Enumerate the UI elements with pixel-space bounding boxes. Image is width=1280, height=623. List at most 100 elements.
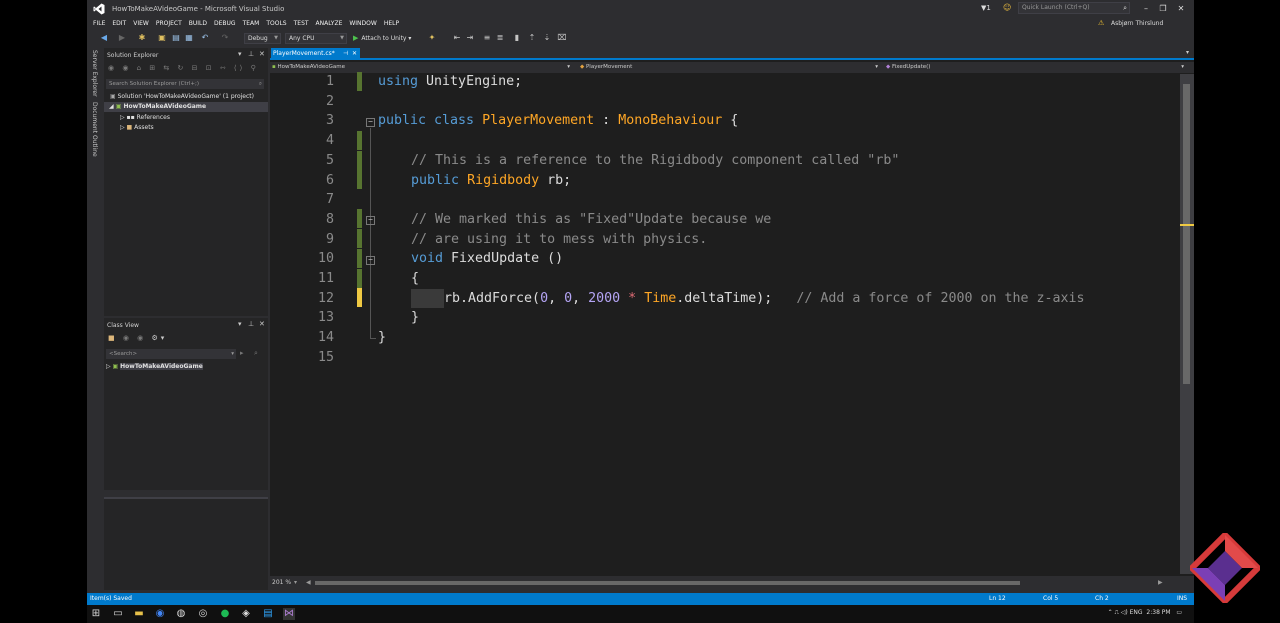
quick-launch-input[interactable]: Quick Launch (Ctrl+Q) ⌕ [1018, 2, 1130, 14]
class-search-input[interactable]: <Search> ▾ [106, 349, 236, 359]
menu-edit[interactable]: EDIT [112, 20, 132, 27]
input-language[interactable]: ENG [1130, 609, 1143, 616]
windows-start-icon[interactable]: ⊞ [90, 608, 102, 620]
scroll-left-icon[interactable]: ◀ [306, 579, 311, 586]
task-view-icon[interactable]: ▭ [112, 608, 124, 620]
search-icon[interactable]: ⌕ [254, 349, 258, 358]
solution-explorer-toolbar[interactable]: ◉ ◉ ⌂ ⊞ ⇆ ↻ ⊟ ⊡ ⇿ ⟨⟩ ⚲ [108, 64, 259, 72]
user-name[interactable]: Asbjørn Thirslund [1111, 20, 1163, 27]
play-icon: ▶ [353, 34, 359, 42]
obs-icon[interactable]: ◍ [175, 608, 187, 620]
menu-help[interactable]: HELP [384, 20, 405, 27]
comment-icon[interactable]: ≡ [482, 33, 492, 43]
tree-item-assets[interactable]: ▷ ■ Assets [120, 123, 154, 133]
platform-select[interactable]: Any CPU ▼ [285, 33, 347, 44]
visual-studio-taskbar-icon[interactable]: ⋈ [283, 608, 295, 620]
notifications-flag[interactable]: ▼1 [981, 4, 991, 12]
unity-icon[interactable]: ◈ [240, 608, 252, 620]
number-literal: 0 [540, 290, 549, 306]
navigation-bar: ▪ HowToMakeAVideoGame ▾ ◆ PlayerMovement… [270, 62, 1194, 73]
menu-tools[interactable]: TOOLS [266, 20, 292, 27]
open-file-icon[interactable]: ▣ [157, 33, 167, 43]
solution-search-input[interactable]: Search Solution Explorer (Ctrl+;) ⌕ [106, 79, 264, 89]
clock[interactable]: 2:38 PM [1146, 609, 1170, 616]
restore-button[interactable]: ❐ [1157, 3, 1169, 14]
close-tab-icon[interactable]: ✕ [352, 48, 357, 60]
menu-team[interactable]: TEAM [243, 20, 266, 27]
photoshop-icon[interactable]: ▤ [262, 608, 274, 620]
feedback-smiley-icon[interactable]: ☺ [1003, 3, 1011, 12]
vertical-scroll-thumb[interactable] [1183, 84, 1190, 384]
menu-items: FILE EDIT VIEW PROJECT BUILD DEBUG TEAM … [93, 20, 406, 27]
network-icon[interactable]: ⎍ [1115, 609, 1119, 616]
next-bookmark-icon[interactable]: ⇣ [542, 33, 552, 43]
undo-icon[interactable]: ↶ [200, 33, 210, 43]
redo-icon[interactable]: ↷ [220, 33, 230, 43]
collapse-region-icon[interactable]: − [366, 216, 375, 225]
close-icon[interactable]: ✕ [259, 50, 265, 58]
clear-bookmarks-icon[interactable]: ⌧ [557, 33, 567, 43]
menu-build[interactable]: BUILD [189, 20, 213, 27]
chrome-icon[interactable]: ◉ [154, 608, 166, 620]
menu-test[interactable]: TEST [294, 20, 315, 27]
volume-icon[interactable]: ◁) [1121, 609, 1128, 616]
minimize-button[interactable]: – [1140, 3, 1152, 14]
saved-change-marker [357, 249, 362, 268]
class-nav-select[interactable]: ◆ PlayerMovement ▾ [580, 63, 880, 72]
tab-dropdown-icon[interactable]: ▾ [1186, 49, 1189, 56]
menu-analyze[interactable]: ANALYZE [316, 20, 349, 27]
steam-icon[interactable]: ◎ [197, 608, 209, 620]
collapse-region-icon[interactable]: − [366, 118, 375, 127]
menu-debug[interactable]: DEBUG [214, 20, 242, 27]
bookmark-icon[interactable]: ▮ [512, 33, 522, 43]
pin-icon[interactable]: ⊣ [343, 48, 348, 60]
spotify-icon[interactable]: ● [219, 608, 231, 620]
code-area[interactable]: 1 2 3 4 5 6 7 8 9 10 11 12 13 14 15 − − … [270, 72, 1180, 574]
close-icon[interactable]: ✕ [259, 320, 265, 328]
attach-to-unity-button[interactable]: ▶ Attach to Unity ▾ [353, 34, 411, 42]
save-icon[interactable]: ▤ [171, 33, 181, 43]
zoom-dropdown-icon[interactable]: ▾ [294, 579, 297, 586]
menu-window[interactable]: WINDOW [349, 20, 382, 27]
server-explorer-tab[interactable]: Server Explorer [91, 50, 98, 97]
tab-player-movement[interactable]: PlayerMovement.cs* ⊣ ✕ [271, 48, 360, 60]
forward-icon[interactable]: ▶ [117, 33, 127, 43]
project-nav-select[interactable]: ▪ HowToMakeAVideoGame ▾ [272, 63, 572, 72]
action-center-icon[interactable]: ▭ [1176, 609, 1182, 616]
zoom-level[interactable]: 201 % [272, 579, 291, 586]
menu-file[interactable]: FILE [93, 20, 111, 27]
menu-view[interactable]: VIEW [133, 20, 155, 27]
class-view-toolbar[interactable]: ■ ◉ ◉ ⚙▾ [108, 334, 167, 342]
tray-chevron-icon[interactable]: ⌃ [1108, 609, 1113, 616]
file-explorer-icon[interactable]: ▬ [133, 608, 145, 620]
project-node[interactable]: ◢ ▣ HowToMakeAVideoGame [104, 102, 268, 112]
class-view-project-node[interactable]: ▷ ▣ HowToMakeAVideoGame [106, 362, 203, 372]
pin-icon[interactable]: ⊥ [248, 50, 254, 58]
vertical-scrollbar[interactable] [1180, 74, 1194, 574]
uncomment-icon[interactable]: ≣ [495, 33, 505, 43]
solution-node[interactable]: ▣ Solution 'HowToMakeAVideoGame' (1 proj… [110, 92, 266, 102]
prev-bookmark-icon[interactable]: ⇡ [527, 33, 537, 43]
document-outline-tab[interactable]: Document Outline [91, 102, 98, 157]
new-project-icon[interactable]: ✱ [137, 33, 147, 43]
line-number: 11 [317, 271, 334, 286]
menu-project[interactable]: PROJECT [156, 20, 188, 27]
expanded-chevron-icon: ◢ [109, 103, 114, 110]
collapse-region-icon[interactable]: − [366, 256, 375, 265]
flame-icon[interactable]: ✦ [427, 33, 437, 43]
horizontal-scroll-thumb[interactable] [315, 581, 1020, 585]
align-right-icon[interactable]: ⇥ [465, 33, 475, 43]
pin-icon[interactable]: ⊥ [248, 320, 254, 328]
scroll-right-icon[interactable]: ▶ [1158, 579, 1163, 586]
close-button[interactable]: ✕ [1175, 3, 1187, 14]
panel-menu-icon[interactable]: ▾ [238, 50, 242, 58]
member-nav-select[interactable]: ◆ FixedUpdate() ▾ [886, 63, 1186, 72]
search-go-icon[interactable]: ▸ [240, 349, 244, 357]
back-icon[interactable]: ◀ [99, 33, 109, 43]
tree-item-references[interactable]: ▷ ▪▪ References [120, 113, 170, 123]
panel-menu-icon[interactable]: ▾ [238, 320, 242, 328]
save-all-icon[interactable]: ▦ [184, 33, 194, 43]
solution-config-select[interactable]: Debug ▼ [244, 33, 281, 44]
align-left-icon[interactable]: ⇤ [452, 33, 462, 43]
notification-count: 1 [986, 4, 991, 12]
